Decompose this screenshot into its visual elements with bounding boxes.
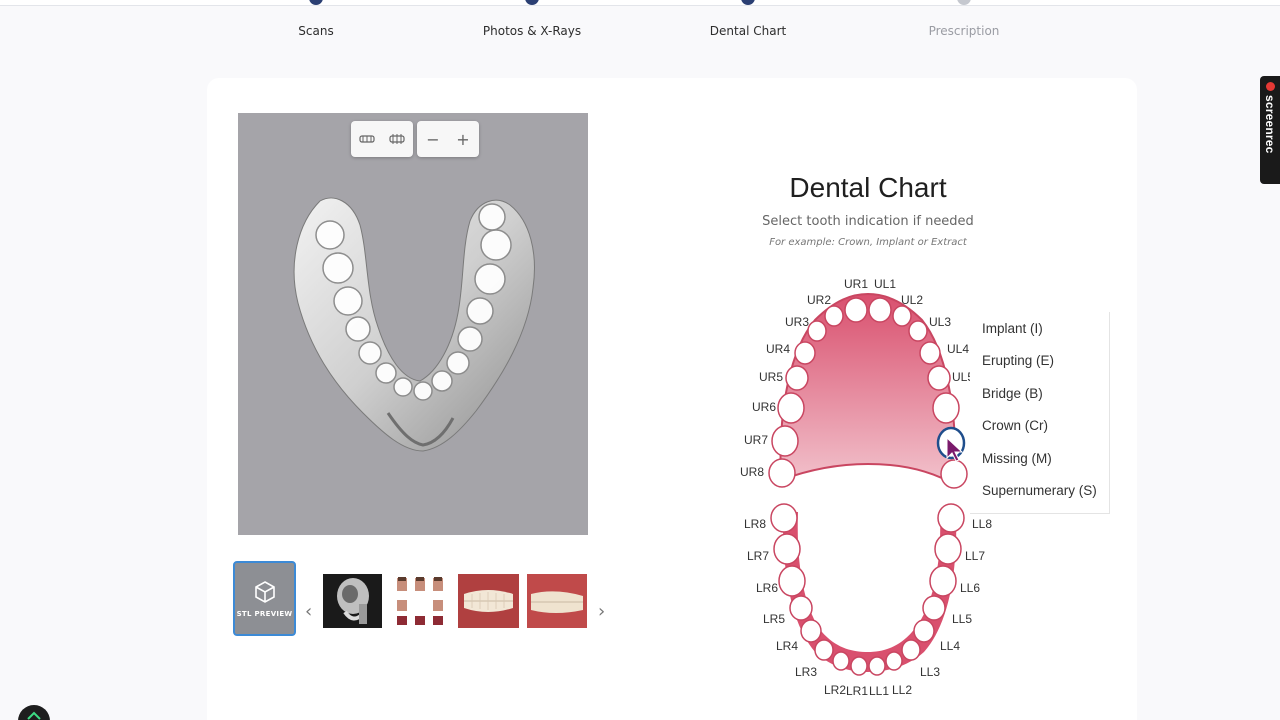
tooth-label-LR8: LR8 <box>743 517 767 531</box>
tooth-LL6[interactable] <box>929 565 957 597</box>
tooth-label-UR4: UR4 <box>765 342 791 356</box>
step-photos-xrays[interactable]: Photos & X-Rays <box>483 24 581 38</box>
chart-example-hint: For example: Crown, Implant or Extract <box>769 237 967 248</box>
zoom-group: − + <box>417 121 479 157</box>
tooth-LL8[interactable] <box>937 503 965 533</box>
jaw-toggle-group <box>351 121 413 157</box>
tooth-UL2[interactable] <box>892 305 912 327</box>
menu-item-erupting[interactable]: Erupting (E) <box>970 345 1109 378</box>
tooth-UL6[interactable] <box>932 392 960 424</box>
tooth-label-LL8: LL8 <box>971 517 993 531</box>
tooth-UR1[interactable] <box>844 297 868 323</box>
menu-item-bridge[interactable]: Bridge (B) <box>970 377 1109 410</box>
tooth-LL1[interactable] <box>868 656 886 676</box>
tooth-LR8[interactable] <box>770 503 798 533</box>
tooth-label-LR4: LR4 <box>775 639 799 653</box>
record-icon <box>1265 82 1275 91</box>
tooth-UR3[interactable] <box>807 320 827 342</box>
tooth-label-UL4: UL4 <box>946 342 970 356</box>
tooth-label-LR5: LR5 <box>762 612 786 626</box>
tooth-label-LL3: LL3 <box>919 665 941 679</box>
tooth-UR6[interactable] <box>777 392 805 424</box>
tooth-UL4[interactable] <box>919 341 941 365</box>
tooth-LL5[interactable] <box>922 595 946 621</box>
tooth-UL1[interactable] <box>868 297 892 323</box>
tooth-label-LR3: LR3 <box>794 665 818 679</box>
tooth-label-LR6: LR6 <box>755 581 779 595</box>
recorder-label: screenrec <box>1263 95 1277 154</box>
tooth-LR1[interactable] <box>850 656 868 676</box>
menu-item-supernumerary[interactable]: Supernumerary (S) <box>970 475 1109 508</box>
dental-scan-model[interactable] <box>238 113 588 535</box>
tooth-label-LR2: LR2 <box>823 683 847 697</box>
thumbnail-face-photos[interactable] <box>395 574 445 628</box>
tooth-LR7[interactable] <box>773 533 801 565</box>
thumbnail-xray[interactable] <box>323 574 382 628</box>
tooth-label-UR3: UR3 <box>784 315 810 329</box>
tooth-label-UL2: UL2 <box>900 293 924 307</box>
tooth-LL4[interactable] <box>913 619 935 643</box>
tooth-label-UR5: UR5 <box>758 370 784 384</box>
thumbnail-next-arrow[interactable]: › <box>598 601 605 622</box>
thumbnail-strip: STL PREVIEW ‹ › <box>233 561 613 637</box>
tooth-UL5[interactable] <box>927 365 951 391</box>
tooth-indication-menu: Implant (I) Erupting (E) Bridge (B) Crow… <box>970 312 1110 514</box>
stepper-track <box>0 0 1280 6</box>
chart-subtitle: Select tooth indication if needed <box>762 214 974 229</box>
stl-viewer[interactable] <box>238 113 588 535</box>
stl-preview-label: STL PREVIEW <box>236 609 293 618</box>
screen-recorder-badge[interactable]: screenrec <box>1260 76 1280 184</box>
tooth-label-UR2: UR2 <box>806 293 832 307</box>
step-prescription[interactable]: Prescription <box>929 24 1000 38</box>
cube-icon <box>254 580 275 603</box>
tooth-LL3[interactable] <box>901 639 921 661</box>
menu-item-implant[interactable]: Implant (I) <box>970 312 1109 345</box>
viewer-toolbar: − + <box>351 121 479 157</box>
help-widget-icon[interactable] <box>18 705 50 720</box>
tooth-label-LL4: LL4 <box>939 639 961 653</box>
zoom-in-icon[interactable]: + <box>453 129 473 149</box>
tooth-label-UR8: UR8 <box>739 465 765 479</box>
tooth-label-UR6: UR6 <box>751 400 777 414</box>
zoom-out-icon[interactable]: − <box>423 129 443 149</box>
tooth-label-LR1: LR1 <box>845 684 869 698</box>
tooth-label-LL6: LL6 <box>959 581 981 595</box>
tooth-label-UL1: UL1 <box>873 277 897 291</box>
thumbnail-smile-front[interactable] <box>458 574 519 628</box>
page-title: Dental Chart <box>789 172 947 203</box>
tooth-LR6[interactable] <box>778 565 806 597</box>
step-dental-chart[interactable]: Dental Chart <box>710 24 786 38</box>
tooth-LL2[interactable] <box>885 651 903 671</box>
tooth-LR2[interactable] <box>832 651 850 671</box>
tooth-UR7[interactable] <box>771 425 799 457</box>
upper-jaw-icon[interactable] <box>357 129 377 149</box>
thumbnail-prev-arrow[interactable]: ‹ <box>305 601 312 622</box>
tooth-LL7[interactable] <box>934 533 962 565</box>
thumbnail-smile-side[interactable] <box>527 574 587 628</box>
tooth-label-UR1: UR1 <box>843 277 869 291</box>
tooth-label-UL3: UL3 <box>928 315 952 329</box>
tooth-UR4[interactable] <box>794 341 816 365</box>
thumbnail-stl-preview[interactable]: STL PREVIEW <box>233 561 296 636</box>
tooth-label-LL1: LL1 <box>868 684 890 698</box>
tooth-UR2[interactable] <box>824 305 844 327</box>
tooth-label-LR7: LR7 <box>746 549 770 563</box>
tooth-label-LL7: LL7 <box>964 549 986 563</box>
tooth-LR5[interactable] <box>789 595 813 621</box>
tooth-UR8[interactable] <box>768 458 796 488</box>
tooth-UL3[interactable] <box>908 320 928 342</box>
tooth-label-UR7: UR7 <box>743 433 769 447</box>
tooth-label-LL2: LL2 <box>891 683 913 697</box>
tooth-LR3[interactable] <box>814 639 834 661</box>
menu-item-missing[interactable]: Missing (M) <box>970 442 1109 475</box>
tooth-label-LL5: LL5 <box>951 612 973 626</box>
step-scans[interactable]: Scans <box>298 24 333 38</box>
lower-jaw-icon[interactable] <box>387 129 407 149</box>
tooth-UR5[interactable] <box>785 365 809 391</box>
menu-item-crown[interactable]: Crown (Cr) <box>970 410 1109 443</box>
tooth-LR4[interactable] <box>800 619 822 643</box>
tooth-UL8[interactable] <box>940 459 968 489</box>
